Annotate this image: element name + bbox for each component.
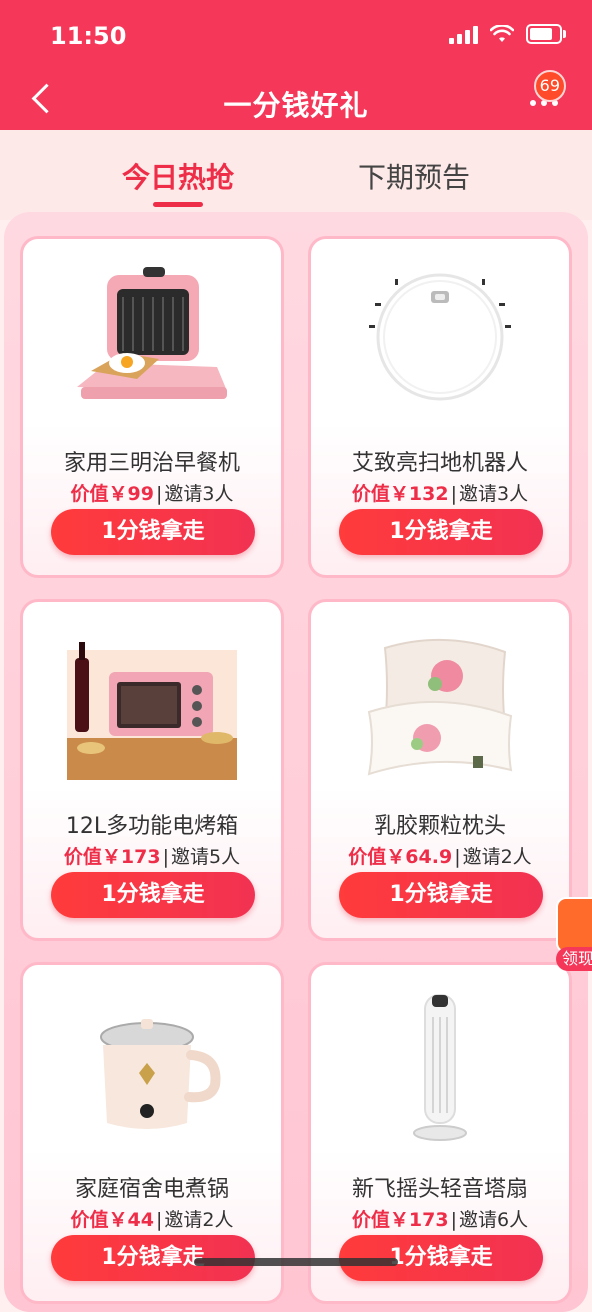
page-title: 一分钱好礼	[223, 89, 369, 122]
meta-separator: |	[454, 846, 461, 868]
product-invite: 邀请6人	[458, 1209, 529, 1231]
product-meta: 价值￥132 | 邀请3人	[311, 479, 569, 506]
product-name: 新飞摇头轻音塔扇	[351, 1177, 528, 1202]
product-price: 价值￥44	[70, 1209, 154, 1231]
meta-separator: |	[450, 483, 457, 505]
signal-icon	[449, 24, 478, 44]
product-card[interactable]: 乳胶颗粒枕头 价值￥64.9 | 邀请2人 1分钱拿走	[308, 599, 572, 941]
product-panel: 家用三明治早餐机 价值￥99 | 邀请3人 1分钱拿走 艾致亮扫地机器人 价值￥13…	[4, 212, 588, 1312]
meta-separator: |	[155, 1209, 163, 1231]
product-name: 家用三明治早餐机	[63, 451, 240, 476]
product-invite: 邀请5人	[170, 846, 241, 868]
float-cash-label: 领现	[556, 947, 592, 971]
product-card[interactable]: 家用三明治早餐机 价值￥99 | 邀请3人 1分钱拿走	[20, 236, 284, 578]
sandwich-maker-image	[77, 267, 227, 399]
coupon-icon	[556, 897, 592, 953]
robot-vacuum-image	[369, 273, 511, 401]
product-meta: 价值￥173 | 邀请5人	[23, 842, 281, 869]
product-card[interactable]: 新飞摇头轻音塔扇 价值￥173 | 邀请6人 1分钱拿走	[308, 962, 572, 1304]
product-name: 12L多功能电烤箱	[65, 814, 239, 839]
product-price: 价值￥173	[63, 846, 161, 868]
product-meta: 价值￥44 | 邀请2人	[23, 1205, 281, 1232]
grab-button[interactable]: 1分钱拿走	[339, 872, 543, 918]
pillow-image	[367, 638, 513, 776]
meta-separator: |	[162, 846, 169, 868]
toaster-oven-image	[67, 642, 237, 780]
electric-pot-image	[100, 1019, 221, 1129]
product-name: 乳胶颗粒枕头	[373, 814, 506, 839]
product-price: 价值￥64.9	[348, 846, 453, 868]
status-time: 11:50	[50, 22, 127, 50]
product-price: 价值￥99	[70, 483, 154, 505]
grab-button[interactable]: 1分钱拿走	[51, 509, 255, 555]
product-card[interactable]: 家庭宿舍电煮锅 价值￥44 | 邀请2人 1分钱拿走	[20, 962, 284, 1304]
product-price: 价值￥173	[351, 1209, 449, 1231]
grab-button[interactable]: 1分钱拿走	[339, 509, 543, 555]
product-meta: 价值￥64.9 | 邀请2人	[311, 842, 569, 869]
product-invite: 邀请2人	[462, 846, 532, 868]
product-invite: 邀请3人	[458, 483, 529, 505]
product-name: 家庭宿舍电煮锅	[74, 1177, 229, 1202]
product-name: 艾致亮扫地机器人	[351, 451, 528, 476]
product-invite: 邀请2人	[164, 1209, 234, 1231]
float-cash-widget[interactable]: 领现	[556, 897, 592, 977]
grab-button[interactable]: 1分钱拿走	[51, 872, 255, 918]
product-meta: 价值￥173 | 邀请6人	[311, 1205, 569, 1232]
product-meta: 价值￥99 | 邀请3人	[23, 479, 281, 506]
meta-separator: |	[450, 1209, 457, 1231]
meta-separator: |	[155, 483, 163, 505]
tab-bar: 今日热抢 下期预告	[0, 130, 592, 220]
product-invite: 邀请3人	[164, 483, 234, 505]
header: 11:50 一分钱好礼 69	[0, 0, 592, 130]
home-indicator	[194, 1258, 398, 1266]
product-card[interactable]: 12L多功能电烤箱 价值￥173 | 邀请5人 1分钱拿走	[20, 599, 284, 941]
tab-active-indicator	[153, 202, 203, 207]
wifi-icon	[490, 25, 514, 42]
product-card[interactable]: 艾致亮扫地机器人 价值￥132 | 邀请3人 1分钱拿走	[308, 236, 572, 578]
tab-next-preview[interactable]: 下期预告	[358, 156, 470, 196]
product-price: 价值￥132	[351, 483, 449, 505]
tab-today-hot[interactable]: 今日热抢	[122, 156, 234, 196]
battery-icon	[526, 24, 566, 44]
tower-fan-image	[413, 994, 467, 1141]
notification-badge: 69	[533, 70, 566, 102]
status-icons	[449, 24, 566, 44]
